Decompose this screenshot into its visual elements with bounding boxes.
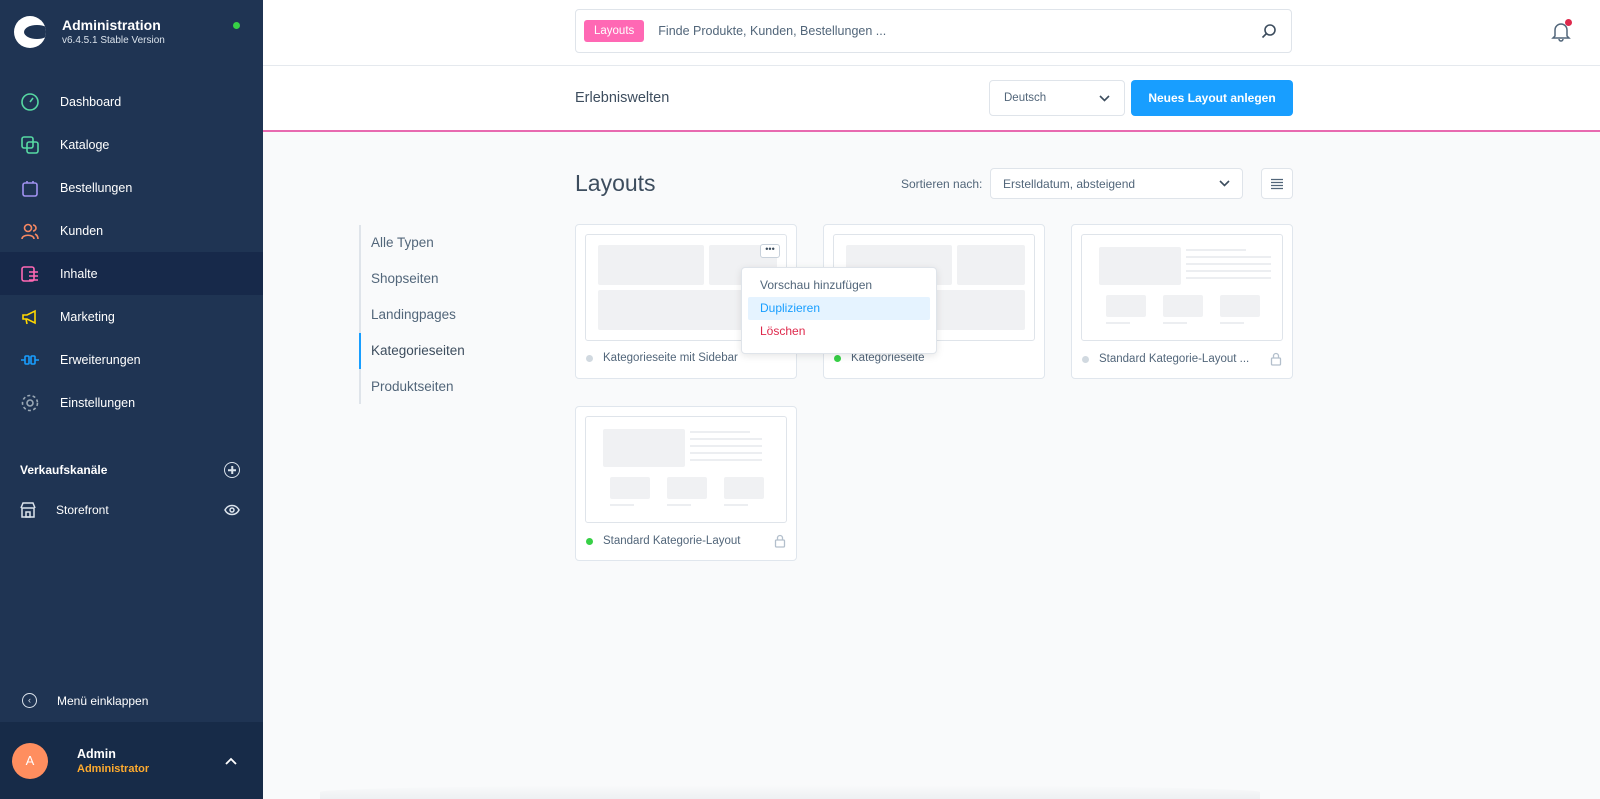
nav-label: Bestellungen xyxy=(60,180,133,195)
sales-channels-heading: Verkaufskanäle xyxy=(20,462,240,478)
collapse-menu-button[interactable]: ‹ Menü einklappen xyxy=(22,693,148,708)
gauge-icon xyxy=(20,92,40,112)
nav-label: Erweiterungen xyxy=(60,352,141,367)
layout-card-footer: Standard Kategorie-Layout xyxy=(586,534,786,548)
user-profile[interactable]: A Admin Administrator xyxy=(0,722,263,799)
notification-badge xyxy=(1565,19,1572,26)
layout-preview xyxy=(585,416,787,523)
nav-item-einstellungen[interactable]: Einstellungen xyxy=(0,381,263,424)
add-sales-channel-icon[interactable] xyxy=(224,462,240,478)
nav-label: Marketing xyxy=(60,309,115,324)
nav-item-bestellungen[interactable]: Bestellungen xyxy=(0,166,263,209)
eye-icon[interactable] xyxy=(224,504,240,516)
menu-item-duplicate[interactable]: Duplizieren xyxy=(748,297,930,320)
search-type-chip[interactable]: Layouts xyxy=(584,20,645,42)
search-icon[interactable] xyxy=(1261,23,1277,39)
user-role: Administrator xyxy=(77,762,150,775)
status-dot xyxy=(586,537,593,545)
status-dot xyxy=(586,354,593,362)
status-indicator xyxy=(233,22,240,29)
nav-item-marketing[interactable]: Marketing xyxy=(0,295,263,338)
nav-label: Kunden xyxy=(60,223,104,238)
layout-preview xyxy=(1081,234,1283,341)
nav-item-kataloge[interactable]: Kataloge xyxy=(0,123,263,166)
layouts-heading: Layouts xyxy=(575,170,656,196)
filter-shop-pages[interactable]: Shopseiten xyxy=(359,261,465,297)
brand-version: v6.4.5.1 Stable Version xyxy=(62,35,165,46)
global-search: Layouts xyxy=(575,9,1292,53)
collapse-label: Menü einklappen xyxy=(57,693,149,708)
layout-name: Standard Kategorie-Layout ... xyxy=(1099,353,1250,365)
search-input[interactable] xyxy=(658,24,1261,38)
more-options-button[interactable]: ••• xyxy=(760,244,780,258)
layout-card[interactable]: Standard Kategorie-Layout xyxy=(575,406,797,561)
smart-bar: Erlebniswelten Deutsch Neues Layout anle… xyxy=(263,66,1600,132)
filter-product-pages[interactable]: Produktseiten xyxy=(359,369,465,405)
nav-item-kunden[interactable]: Kunden xyxy=(0,209,263,252)
chevron-down-icon xyxy=(1219,180,1230,187)
nav-label: Kataloge xyxy=(60,137,110,152)
status-dot xyxy=(834,354,841,362)
plug-icon xyxy=(20,350,40,370)
nav-label: Inhalte xyxy=(60,266,98,281)
storefront-icon xyxy=(20,502,36,518)
top-bar: Layouts xyxy=(263,0,1600,66)
layout-card-footer: Standard Kategorie-Layout ... xyxy=(1082,352,1282,366)
brand-title: Administration xyxy=(62,17,161,33)
main-navigation: Dashboard Kataloge Bestellungen Kunden I… xyxy=(0,80,263,424)
nav-label: Einstellungen xyxy=(60,395,136,410)
shopping-bag-icon xyxy=(20,178,40,198)
content-icon xyxy=(20,264,40,284)
chevron-up-icon[interactable] xyxy=(221,757,241,765)
chevron-left-icon: ‹ xyxy=(22,693,37,708)
language-select[interactable]: Deutsch xyxy=(989,80,1125,116)
avatar: A xyxy=(12,742,48,779)
lock-icon xyxy=(774,534,786,548)
sales-channel-storefront[interactable]: Storefront xyxy=(20,502,240,518)
products-icon xyxy=(20,135,40,155)
layout-card[interactable]: Standard Kategorie-Layout ... xyxy=(1071,224,1293,379)
list-view-toggle[interactable] xyxy=(1261,168,1293,199)
nav-item-erweiterungen[interactable]: Erweiterungen xyxy=(0,338,263,381)
sales-channels-title: Verkaufskanäle xyxy=(20,463,108,477)
sidebar: Administration v6.4.5.1 Stable Version D… xyxy=(0,0,263,799)
filter-all-types[interactable]: Alle Typen xyxy=(359,225,465,261)
menu-item-delete[interactable]: Löschen xyxy=(748,320,930,343)
brand[interactable]: Administration v6.4.5.1 Stable Version xyxy=(14,16,165,48)
filter-category-pages[interactable]: Kategorieseiten xyxy=(359,333,465,369)
nav-label: Dashboard xyxy=(60,94,122,109)
shopware-logo-icon xyxy=(14,16,46,48)
user-name: Admin xyxy=(77,746,116,761)
page-title: Erlebniswelten xyxy=(575,90,670,106)
layout-name: Standard Kategorie-Layout xyxy=(603,535,741,547)
list-icon xyxy=(1271,178,1283,189)
layout-context-menu: Vorschau hinzufügen Duplizieren Löschen xyxy=(741,267,937,354)
type-filter-list: Alle Typen Shopseiten Landingpages Kateg… xyxy=(359,225,465,404)
brand-text: Administration v6.4.5.1 Stable Version xyxy=(62,16,165,48)
sort-value: Erstelldatum, absteigend xyxy=(1003,176,1136,191)
nav-item-dashboard[interactable]: Dashboard xyxy=(0,80,263,123)
sort-select[interactable]: Erstelldatum, absteigend xyxy=(990,168,1243,199)
chevron-down-icon xyxy=(1099,94,1110,102)
user-text: Admin Administrator xyxy=(77,747,221,775)
sort-label: Sortieren nach: xyxy=(901,177,983,191)
filter-landingpages[interactable]: Landingpages xyxy=(359,297,465,333)
gear-icon xyxy=(20,393,40,413)
users-icon xyxy=(20,221,40,241)
nav-item-inhalte[interactable]: Inhalte xyxy=(0,252,263,295)
menu-item-add-preview[interactable]: Vorschau hinzufügen xyxy=(748,274,930,297)
lock-icon xyxy=(1270,352,1282,366)
bottom-shadow xyxy=(320,785,1260,799)
language-value: Deutsch xyxy=(1004,92,1047,104)
status-dot xyxy=(1082,355,1089,363)
storefront-label: Storefront xyxy=(56,503,109,517)
new-layout-button[interactable]: Neues Layout anlegen xyxy=(1131,80,1293,116)
megaphone-icon xyxy=(20,307,40,327)
